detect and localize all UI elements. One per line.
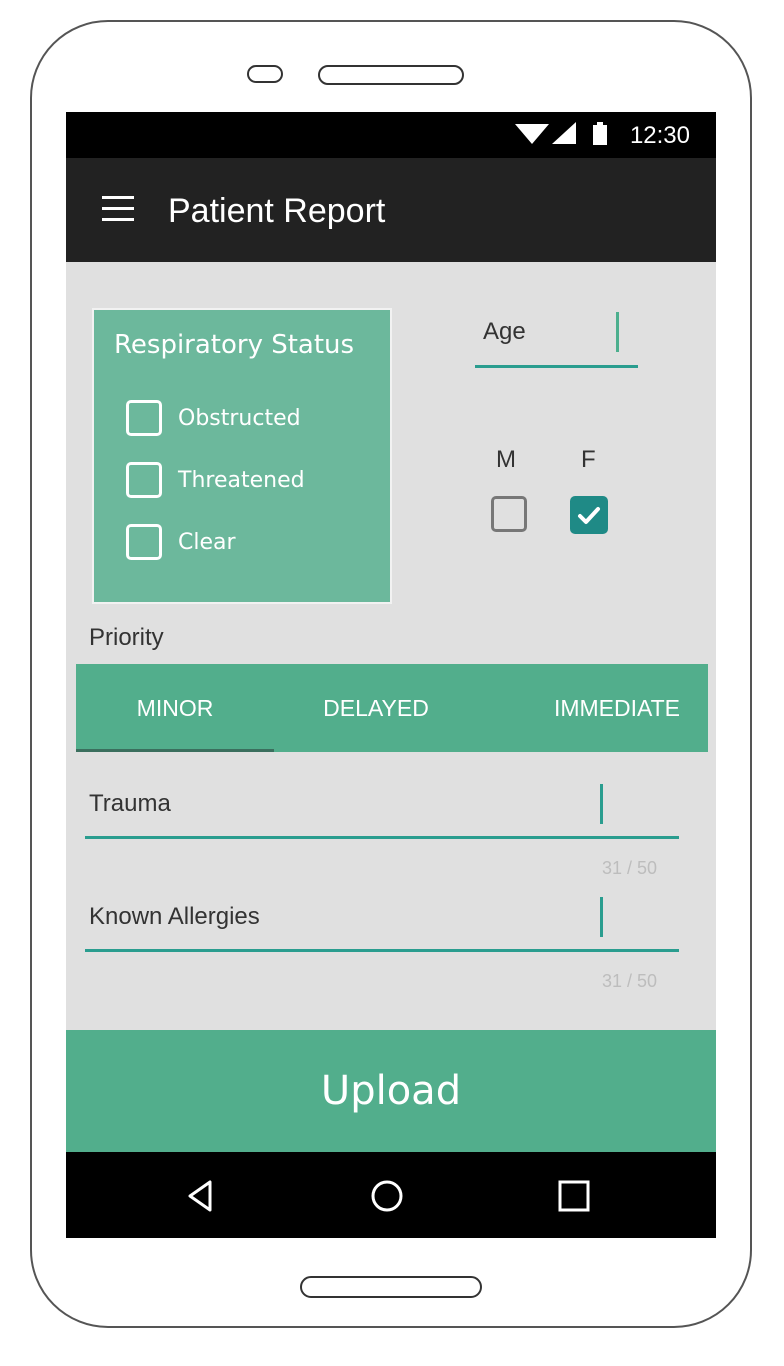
status-bar: 12:30 (66, 112, 716, 158)
wifi-icon (515, 124, 549, 144)
recents-icon[interactable] (554, 1176, 594, 1216)
back-icon[interactable] (182, 1176, 222, 1216)
age-label: Age (483, 318, 526, 345)
male-checkbox[interactable] (491, 496, 527, 532)
app-bar: Patient Report (66, 158, 716, 262)
battery-icon (593, 122, 607, 145)
known-allergies-label: Known Allergies (89, 903, 260, 930)
tab-immediate[interactable]: IMMEDIATE (526, 664, 708, 752)
clear-checkbox[interactable] (126, 524, 162, 560)
priority-tabs: MINOR DELAYED IMMEDIATE (76, 664, 708, 752)
respiratory-status-card: Respiratory Status Obstructed Threatened… (92, 308, 392, 604)
phone-home-slot (300, 1276, 482, 1298)
trauma-underline (85, 836, 679, 839)
checkmark-icon (578, 507, 600, 524)
respiratory-status-title: Respiratory Status (114, 330, 355, 360)
age-text-cursor (616, 312, 619, 352)
upload-button[interactable]: Upload (66, 1030, 716, 1152)
trauma-label: Trauma (89, 790, 171, 817)
status-time: 12:30 (629, 122, 690, 149)
known-allergies-char-counter: 31 / 50 (602, 971, 658, 991)
known-allergies-text-cursor (600, 897, 603, 937)
female-label: F (581, 446, 596, 473)
obstructed-label: Obstructed (178, 406, 301, 431)
page-title: Patient Report (168, 192, 386, 230)
threatened-label: Threatened (178, 468, 305, 493)
system-nav-bar (66, 1152, 716, 1238)
tab-selected-indicator (76, 749, 274, 752)
trauma-text-cursor (600, 784, 603, 824)
screen: 12:30 Patient Report Respiratory Status … (66, 112, 716, 1238)
female-checkbox[interactable] (570, 496, 608, 534)
threatened-checkbox[interactable] (126, 462, 162, 498)
front-camera (247, 65, 283, 83)
hamburger-menu-icon[interactable] (102, 196, 134, 222)
clear-label: Clear (178, 530, 236, 555)
known-allergies-underline (85, 949, 679, 952)
cell-signal-icon (552, 122, 576, 144)
earpiece-speaker (318, 65, 464, 85)
tab-delayed[interactable]: DELAYED (274, 664, 478, 752)
priority-label: Priority (89, 624, 164, 651)
age-underline (475, 365, 638, 368)
obstructed-checkbox[interactable] (126, 400, 162, 436)
tab-minor[interactable]: MINOR (76, 664, 274, 752)
male-label: M (496, 446, 516, 473)
home-icon[interactable] (367, 1176, 407, 1216)
trauma-char-counter: 31 / 50 (602, 858, 658, 878)
